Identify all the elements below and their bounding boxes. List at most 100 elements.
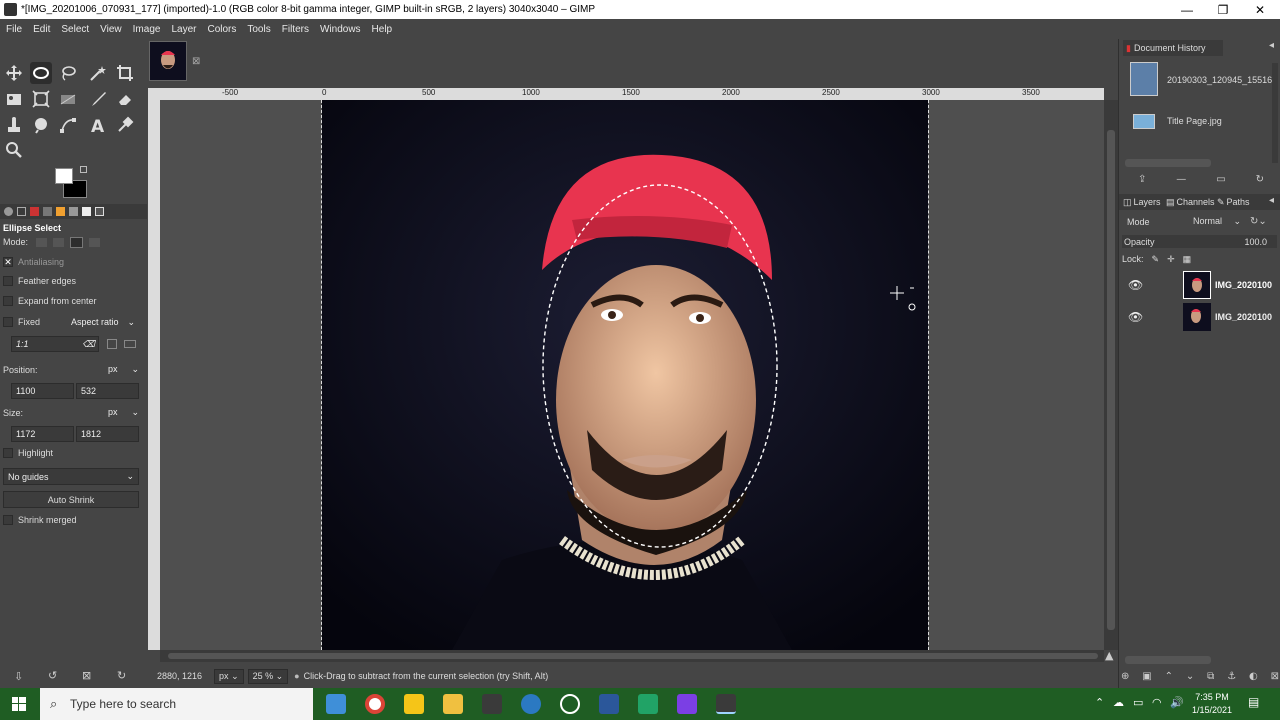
highlight-checkbox[interactable] xyxy=(3,448,13,458)
tool-options-tab-icon[interactable] xyxy=(4,207,13,216)
menu-help[interactable]: Help xyxy=(366,24,398,35)
text-tool-icon[interactable]: A xyxy=(87,114,109,136)
menu-view[interactable]: View xyxy=(94,24,127,35)
layer-visibility-eye-icon[interactable]: 👁 xyxy=(1128,278,1143,292)
ratio-input[interactable]: 1:1 ⌫ xyxy=(11,336,99,352)
duplicate-layer-icon[interactable]: ⧉ xyxy=(1207,671,1214,682)
history-item[interactable]: 20190303_120945_15516 xyxy=(1167,75,1272,85)
lower-layer-icon[interactable]: ⌄ xyxy=(1186,671,1194,682)
menu-image[interactable]: Image xyxy=(127,24,166,35)
menu-layer[interactable]: Layer xyxy=(165,24,201,35)
mode-subtract-icon[interactable] xyxy=(70,236,84,248)
color-picker-tool-icon[interactable] xyxy=(114,114,136,136)
minimize-button[interactable]: — xyxy=(1168,0,1206,19)
mode-replace-icon[interactable] xyxy=(36,237,48,247)
size-unit-dropdown[interactable]: px ⌄ xyxy=(104,404,139,420)
antialiasing-option[interactable]: ✕ Antialiasing xyxy=(3,254,64,270)
chrome-icon[interactable] xyxy=(365,694,385,714)
word-icon[interactable] xyxy=(599,694,619,714)
paintbrush-tool-icon[interactable] xyxy=(87,88,109,110)
history-hscrollbar[interactable] xyxy=(1125,159,1211,167)
dock-menu-icon[interactable]: ◂ xyxy=(1269,40,1274,51)
position-y-input[interactable]: 532 xyxy=(76,383,139,399)
layer-name[interactable]: IMG_2020100 xyxy=(1215,312,1272,322)
ruler-corner[interactable] xyxy=(148,88,160,100)
images-tab-icon[interactable] xyxy=(82,207,91,216)
remove-entry-icon[interactable]: — xyxy=(1176,174,1186,185)
reset-options-icon[interactable]: ↻ xyxy=(117,669,126,682)
history-thumbnail[interactable] xyxy=(1133,114,1155,129)
menu-edit[interactable]: Edit xyxy=(27,24,55,35)
clear-icon[interactable]: ⌫ xyxy=(82,339,95,350)
horizontal-scrollbar[interactable] xyxy=(160,650,1104,662)
zoom-dropdown[interactable]: 25 % ⌄ xyxy=(247,668,289,684)
foreground-color-swatch[interactable] xyxy=(55,168,73,184)
lock-position-icon[interactable]: ✛ xyxy=(1167,254,1175,265)
new-layer-icon[interactable]: ⊕ xyxy=(1121,671,1129,682)
eraser-tool-icon[interactable] xyxy=(114,88,136,110)
zoom-tool-icon[interactable] xyxy=(3,139,25,161)
fixed-mode-dropdown[interactable]: Aspect ratio ⌄ xyxy=(67,314,139,330)
task-app-icon[interactable] xyxy=(326,694,346,714)
game-app-icon[interactable] xyxy=(482,694,502,714)
refresh-icon[interactable]: ↻ xyxy=(1256,174,1264,185)
menu-file[interactable]: File xyxy=(0,24,27,35)
raise-layer-icon[interactable]: ⌃ xyxy=(1165,671,1173,682)
horizontal-ruler[interactable]: -500 0 500 1000 1500 2000 2500 3000 3500 xyxy=(160,88,1104,100)
position-unit-dropdown[interactable]: px ⌄ xyxy=(104,361,139,377)
clear-history-icon[interactable]: ▭ xyxy=(1216,174,1225,185)
lasso-tool-icon[interactable] xyxy=(57,62,79,84)
fuzzy-select-tool-icon[interactable] xyxy=(87,62,109,84)
feather-edges-option[interactable]: Feather edges xyxy=(3,273,76,289)
landscape-icon[interactable] xyxy=(124,340,136,348)
patterns-tab-icon[interactable] xyxy=(43,207,52,216)
layer-mode-dropdown[interactable]: Normal ⌄ xyxy=(1193,216,1241,230)
channels-tab[interactable]: ▤ Channels xyxy=(1166,194,1215,210)
browser-icon[interactable] xyxy=(521,694,541,714)
position-x-input[interactable]: 1100 xyxy=(11,383,74,399)
lock-alpha-icon[interactable]: ▦ xyxy=(1183,254,1192,265)
ellipse-select-tool-icon[interactable] xyxy=(30,62,52,84)
reset-mode-icon[interactable]: ↻⌄ xyxy=(1250,216,1267,227)
save-options-icon[interactable]: ⇩ xyxy=(14,670,23,683)
paths-tab[interactable]: ✎ Paths xyxy=(1217,194,1250,210)
gimp-taskbar-icon[interactable] xyxy=(716,694,736,714)
network-icon[interactable]: ▭ xyxy=(1133,696,1143,709)
clock[interactable]: 7:35 PM 1/15/2021 xyxy=(1192,691,1232,717)
show-hidden-icons-icon[interactable]: ⌃ xyxy=(1095,696,1104,709)
vertical-scrollbar[interactable] xyxy=(1104,100,1118,650)
feather-edges-checkbox[interactable] xyxy=(3,276,13,286)
mode-add-icon[interactable] xyxy=(53,237,65,247)
move-tool-icon[interactable] xyxy=(3,62,25,84)
forms-icon[interactable] xyxy=(677,694,697,714)
restore-options-icon[interactable]: ↺ xyxy=(48,669,57,682)
portrait-icon[interactable] xyxy=(107,339,117,349)
history-thumbnail[interactable] xyxy=(1130,62,1158,96)
guides-dropdown[interactable]: No guides ⌄ xyxy=(3,468,139,485)
layers-hscrollbar[interactable] xyxy=(1125,656,1211,664)
undo-history-tab-icon[interactable] xyxy=(17,207,26,216)
expand-from-center-option[interactable]: Expand from center xyxy=(3,293,97,309)
anchor-layer-icon[interactable]: ⚓ xyxy=(1227,671,1236,682)
image-canvas[interactable] xyxy=(321,100,929,650)
smudge-tool-icon[interactable] xyxy=(30,114,52,136)
close-button[interactable]: ✕ xyxy=(1241,0,1279,19)
navigate-icon[interactable]: ▲ xyxy=(1105,649,1113,662)
highlight-option[interactable]: Highlight xyxy=(3,445,53,461)
image-tab-thumbnail[interactable] xyxy=(149,41,187,81)
expand-from-center-checkbox[interactable] xyxy=(3,296,13,306)
gradients-tab-icon[interactable] xyxy=(56,207,65,216)
clone-tool-icon[interactable] xyxy=(3,114,25,136)
path-tool-icon[interactable] xyxy=(57,114,79,136)
menu-filters[interactable]: Filters xyxy=(276,24,314,35)
menu-tools[interactable]: Tools xyxy=(241,24,275,35)
fixed-checkbox[interactable] xyxy=(3,317,13,327)
wifi-icon[interactable]: ◠ xyxy=(1152,696,1162,709)
fonts-tab-icon[interactable] xyxy=(69,207,78,216)
vertical-ruler[interactable] xyxy=(148,100,160,650)
cloud-icon[interactable]: ☁ xyxy=(1113,696,1124,709)
sticky-notes-icon[interactable] xyxy=(404,694,424,714)
opacity-slider[interactable]: Opacity 100.0 xyxy=(1122,235,1277,248)
maximize-button[interactable]: ❐ xyxy=(1204,0,1242,19)
layer-mask-icon[interactable]: ◐ xyxy=(1249,671,1258,682)
